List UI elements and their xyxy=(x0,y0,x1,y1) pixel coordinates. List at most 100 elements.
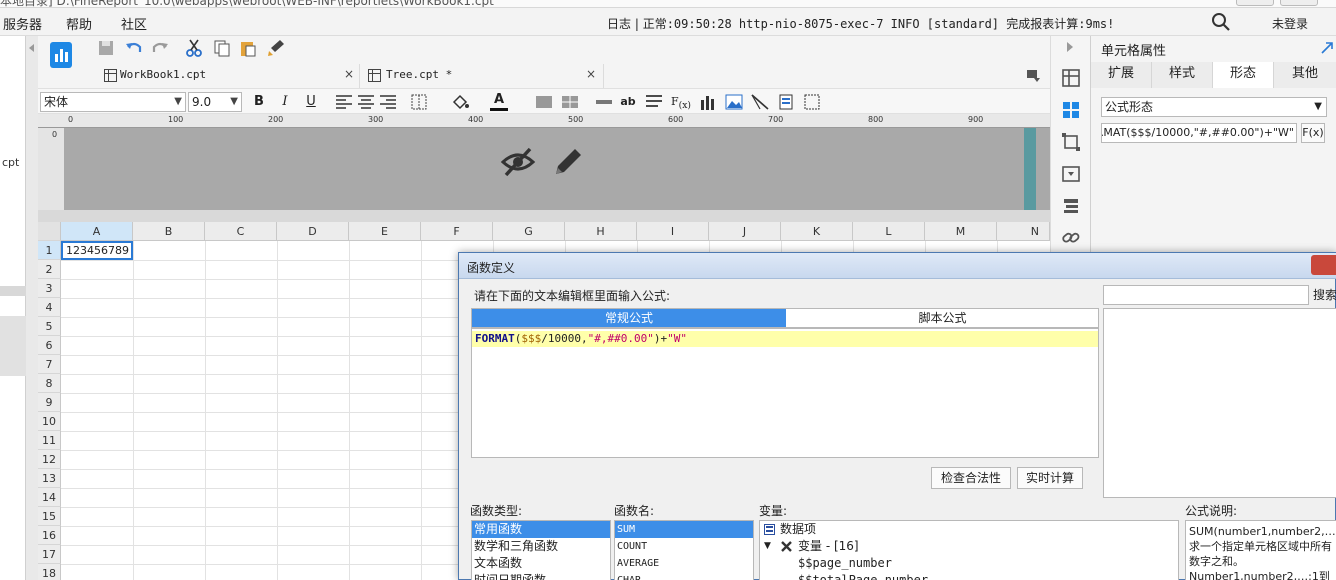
align-left-icon[interactable] xyxy=(334,92,354,112)
row-header[interactable]: 14 xyxy=(38,488,61,507)
row-header[interactable]: 13 xyxy=(38,469,61,488)
text-cell-button[interactable]: ab xyxy=(618,93,638,111)
formula-edit-button[interactable]: F(x) xyxy=(1301,123,1325,143)
column-header[interactable]: E xyxy=(349,222,421,241)
text-wrap-icon[interactable] xyxy=(644,92,664,112)
row-header[interactable]: 4 xyxy=(38,298,61,317)
list-item[interactable]: 数学和三角函数 xyxy=(472,538,610,555)
widget-icon[interactable] xyxy=(1061,164,1081,184)
column-header[interactable]: B xyxy=(133,222,205,241)
row-header[interactable]: 1 xyxy=(38,241,61,260)
row-header[interactable]: 16 xyxy=(38,526,61,545)
list-item[interactable]: AVERAGE xyxy=(615,555,753,572)
designer-logo-icon[interactable] xyxy=(50,42,72,68)
panel-splitter[interactable] xyxy=(26,36,38,580)
tab-other[interactable]: 其他 xyxy=(1274,62,1336,88)
image-icon[interactable] xyxy=(724,92,744,112)
tab-close-button[interactable]: × xyxy=(586,67,596,81)
tab-script-formula[interactable]: 脚本公式 xyxy=(786,309,1099,327)
undo-icon[interactable] xyxy=(124,38,144,58)
bold-button[interactable]: B xyxy=(250,93,268,111)
maximize-button[interactable] xyxy=(1280,0,1318,6)
row-header[interactable]: 8 xyxy=(38,374,61,393)
column-header[interactable]: L xyxy=(853,222,925,241)
row-header[interactable]: 12 xyxy=(38,450,61,469)
column-header[interactable]: A xyxy=(61,222,133,241)
tab-workbook1[interactable]: WorkBook1.cpt × xyxy=(98,64,360,88)
formula-button[interactable]: F(x) xyxy=(670,93,692,111)
menu-community[interactable]: 社区 xyxy=(121,14,147,33)
tab-form[interactable]: 形态 xyxy=(1213,62,1274,88)
column-header[interactable]: F xyxy=(421,222,493,241)
select-all-corner[interactable] xyxy=(38,222,61,241)
variable-tree[interactable]: 数据项 ▼ 变量 - [16] $$page_number $$totalPag… xyxy=(759,520,1179,580)
row-header[interactable]: 2 xyxy=(38,260,61,279)
tree-item-data[interactable]: 数据项 xyxy=(760,521,1178,538)
function-name-list[interactable]: SUM COUNT AVERAGE CHAR xyxy=(614,520,754,580)
column-header[interactable]: C xyxy=(205,222,277,241)
underline-button[interactable]: U xyxy=(302,93,320,111)
tab-menu-icon[interactable] xyxy=(1024,66,1044,86)
panel-fold-handle[interactable] xyxy=(0,286,26,296)
list-item[interactable]: CHAR xyxy=(615,572,753,580)
realtime-calc-button[interactable]: 实时计算 xyxy=(1017,467,1083,489)
tree-item-variables[interactable]: ▼ 变量 - [16] xyxy=(760,538,1178,555)
align-right-icon[interactable] xyxy=(378,92,398,112)
chart-icon[interactable] xyxy=(698,92,718,112)
row-header[interactable]: 11 xyxy=(38,431,61,450)
minimize-button[interactable] xyxy=(1236,0,1274,6)
eye-off-icon[interactable] xyxy=(500,144,536,180)
paste-icon[interactable] xyxy=(238,38,258,58)
cell-a1[interactable]: 123456789 xyxy=(61,241,133,260)
tab-expand[interactable]: 扩展 xyxy=(1091,62,1152,88)
formula-field[interactable]: FORMAT($$$/10000,"#,##0.00")+"W" xyxy=(1101,123,1297,143)
menu-server[interactable]: 服务器 xyxy=(3,14,42,33)
border-icon[interactable] xyxy=(410,92,430,112)
row-header[interactable]: 5 xyxy=(38,317,61,336)
function-search-input[interactable] xyxy=(1103,285,1309,305)
font-color-button[interactable]: A xyxy=(490,93,508,111)
column-header[interactable]: M xyxy=(925,222,997,241)
font-size-select[interactable]: 9.0 ▼ xyxy=(188,92,242,112)
save-icon[interactable] xyxy=(96,38,116,58)
formula-editor[interactable]: FORMAT($$$/10000,"#,##0.00")+"W" xyxy=(471,328,1099,458)
float-element-icon[interactable] xyxy=(1061,132,1081,152)
column-header[interactable]: D xyxy=(277,222,349,241)
font-family-select[interactable]: 宋体 ▼ xyxy=(40,92,186,112)
format-painter-icon[interactable] xyxy=(266,38,286,58)
formula-editor-line[interactable]: FORMAT($$$/10000,"#,##0.00")+"W" xyxy=(472,331,1098,347)
function-type-list[interactable]: 常用函数 数学和三角函数 文本函数 时间日期函数 xyxy=(471,520,611,580)
column-header[interactable]: I xyxy=(637,222,709,241)
cut-icon[interactable] xyxy=(184,38,204,58)
insert-element-icon[interactable] xyxy=(802,92,822,112)
fill-color-icon[interactable] xyxy=(450,92,470,112)
condition-attribute-icon[interactable] xyxy=(1061,196,1081,216)
italic-button[interactable]: I xyxy=(276,93,294,111)
tab-close-button[interactable]: × xyxy=(344,67,354,81)
slash-icon[interactable] xyxy=(750,92,770,112)
search-icon[interactable] xyxy=(1211,12,1231,32)
search-results-area[interactable] xyxy=(1103,308,1336,498)
row-header[interactable]: 3 xyxy=(38,279,61,298)
list-item[interactable]: COUNT xyxy=(615,538,753,555)
cell-element-icon[interactable] xyxy=(1061,68,1081,88)
dialog-close-button[interactable] xyxy=(1311,255,1336,275)
insert-row-icon[interactable] xyxy=(594,92,614,112)
column-header[interactable]: N xyxy=(997,222,1050,241)
tab-normal-formula[interactable]: 常规公式 xyxy=(472,309,786,327)
redo-icon[interactable] xyxy=(150,38,170,58)
tree-selection[interactable] xyxy=(0,316,26,376)
pencil-icon[interactable] xyxy=(550,144,586,180)
chevron-left-icon[interactable] xyxy=(28,44,36,52)
login-link[interactable]: 未登录 xyxy=(1272,15,1308,32)
tree-item-total-page-number[interactable]: $$totalPage_number xyxy=(760,572,1178,580)
list-item[interactable]: SUM xyxy=(615,521,753,538)
copy-icon[interactable] xyxy=(212,38,232,58)
merge-cells-icon[interactable] xyxy=(534,92,554,112)
expand-arrow-icon[interactable] xyxy=(1321,42,1333,54)
row-header[interactable]: 17 xyxy=(38,545,61,564)
list-item[interactable]: 常用函数 xyxy=(472,521,610,538)
list-item[interactable]: 文本函数 xyxy=(472,555,610,572)
split-cells-icon[interactable] xyxy=(560,92,580,112)
column-header[interactable]: G xyxy=(493,222,565,241)
